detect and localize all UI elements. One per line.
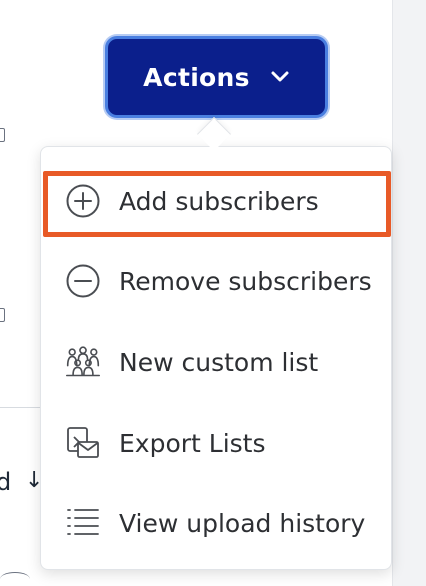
actions-button[interactable]: Actions	[105, 36, 328, 118]
menu-item-label: Remove subscribers	[119, 266, 372, 296]
menu-item-new-custom-list[interactable]: New custom list	[41, 330, 393, 394]
background-fragment	[0, 572, 30, 586]
menu-item-view-upload-history[interactable]: View upload history	[41, 491, 393, 555]
export-mail-icon	[65, 425, 101, 461]
background-divider	[0, 407, 44, 408]
menu-item-export-lists[interactable]: Export Lists	[41, 411, 393, 475]
menu-item-label: New custom list	[119, 347, 319, 377]
menu-item-label: View upload history	[119, 508, 366, 538]
minus-circle-icon	[65, 263, 101, 299]
menu-item-add-subscribers[interactable]: Add subscribers	[41, 169, 393, 233]
background-column-header-fragment: d	[0, 468, 12, 496]
list-icon	[65, 505, 101, 541]
background-checkbox	[0, 308, 5, 322]
scrollbar-track[interactable]	[392, 0, 426, 586]
plus-circle-icon	[65, 183, 101, 219]
actions-button-label: Actions	[143, 62, 250, 92]
people-group-icon	[65, 344, 101, 380]
page: d ↓ Actions Add subscribers Remove subsc…	[0, 0, 426, 586]
background-checkbox	[0, 128, 5, 142]
menu-item-remove-subscribers[interactable]: Remove subscribers	[41, 249, 393, 313]
menu-item-label: Export Lists	[119, 428, 266, 458]
menu-item-label: Add subscribers	[119, 186, 319, 216]
actions-dropdown-menu: Add subscribers Remove subscribers New c…	[40, 146, 392, 570]
chevron-down-icon	[270, 70, 290, 84]
